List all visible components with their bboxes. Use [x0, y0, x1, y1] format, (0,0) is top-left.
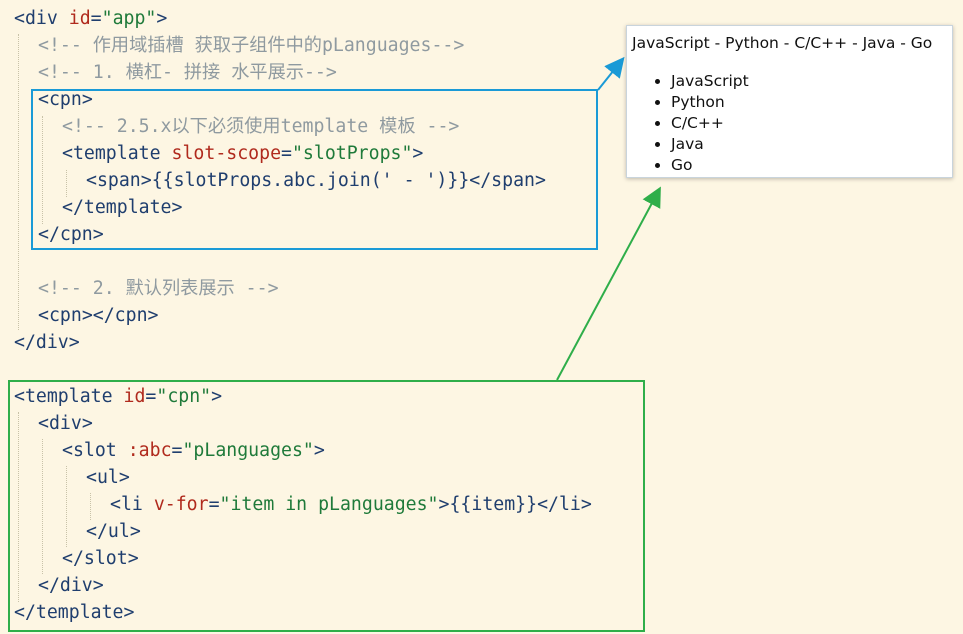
preview-joined-text: JavaScript - Python - C/C++ - Java - Go	[632, 34, 933, 52]
list-item: Go	[671, 155, 749, 176]
blue-arrow	[597, 56, 625, 91]
list-item: Python	[671, 92, 749, 113]
render-preview-panel: JavaScript - Python - C/C++ - Java - Go …	[626, 25, 953, 178]
preview-list: JavaScript Python C/C++ Java Go	[627, 71, 749, 176]
list-item: Java	[671, 134, 749, 155]
green-arrow	[556, 186, 661, 381]
list-item: JavaScript	[671, 71, 749, 92]
list-item: C/C++	[671, 113, 749, 134]
